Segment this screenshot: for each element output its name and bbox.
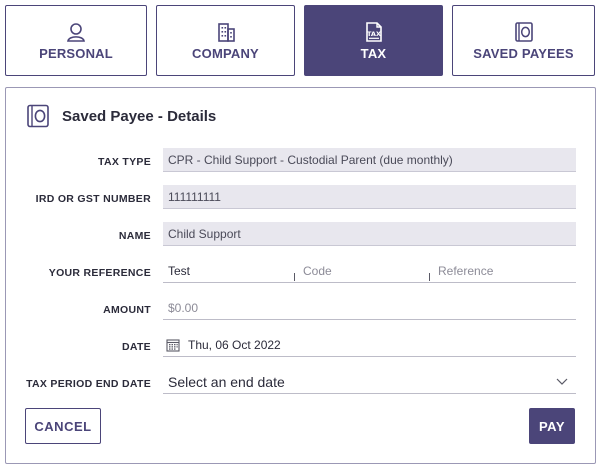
- ird-number-field: 111111111: [163, 185, 576, 209]
- tab-saved-payees[interactable]: SAVED PAYEES: [452, 5, 595, 76]
- calendar-icon[interactable]: [166, 338, 180, 352]
- your-reference-label: YOUR REFERENCE: [48, 267, 151, 279]
- tab-tax-label: TAX: [360, 45, 387, 61]
- tab-company-label: COMPANY: [192, 45, 259, 61]
- date-value: Thu, 06 Oct 2022: [188, 337, 281, 352]
- name-value: Child Support: [168, 226, 241, 241]
- tax-period-end-date-value: Select an end date: [168, 373, 285, 390]
- tax-type-label: TAX TYPE: [98, 156, 151, 168]
- saved-payee-icon: [27, 104, 49, 128]
- tab-personal[interactable]: PERSONAL: [5, 5, 147, 76]
- reference-input[interactable]: Reference: [438, 259, 576, 283]
- amount-label: AMOUNT: [103, 304, 151, 316]
- cancel-button[interactable]: CANCEL: [25, 408, 101, 444]
- tab-personal-label: PERSONAL: [39, 45, 113, 61]
- tab-company[interactable]: COMPANY: [156, 5, 295, 76]
- reference-placeholder: Reference: [438, 263, 494, 278]
- tax-period-end-date-select[interactable]: Select an end date: [163, 370, 576, 394]
- ird-number-value: 111111111: [168, 189, 221, 204]
- code-input[interactable]: Code: [303, 259, 427, 283]
- building-icon: [217, 22, 235, 42]
- panel-header: Saved Payee - Details: [26, 104, 216, 128]
- saved-payee-icon: [514, 21, 533, 42]
- tax-type-field: CPR - Child Support - Custodial Parent (…: [163, 148, 576, 172]
- tab-saved-payees-label: SAVED PAYEES: [473, 45, 574, 61]
- tax-document-icon: TAX: [365, 21, 382, 42]
- particulars-value: Test: [168, 263, 191, 278]
- particulars-input[interactable]: Test: [168, 259, 292, 283]
- reference-separator: [429, 273, 430, 281]
- name-label: NAME: [118, 230, 151, 242]
- amount-input[interactable]: $0.00: [163, 296, 576, 320]
- pay-button[interactable]: PAY: [529, 408, 575, 444]
- date-input[interactable]: Thu, 06 Oct 2022: [163, 333, 576, 357]
- tax-type-value: CPR - Child Support - Custodial Parent (…: [168, 152, 453, 167]
- reference-separator: [294, 273, 295, 281]
- chevron-down-icon: [556, 378, 568, 385]
- ird-number-label: IRD OR GST NUMBER: [35, 193, 151, 205]
- tax-period-end-date-label: TAX PERIOD END DATE: [26, 378, 151, 390]
- code-placeholder: Code: [303, 263, 332, 278]
- amount-placeholder: $0.00: [168, 300, 199, 315]
- saved-payee-details-panel: Saved Payee - Details TAX TYPE CPR - Chi…: [5, 87, 596, 464]
- name-field: Child Support: [163, 222, 576, 246]
- person-icon: [67, 22, 85, 42]
- svg-text:TAX: TAX: [367, 30, 381, 38]
- panel-title: Saved Payee - Details: [62, 107, 217, 125]
- date-label: DATE: [121, 341, 151, 353]
- tab-tax[interactable]: TAX TAX: [304, 5, 443, 76]
